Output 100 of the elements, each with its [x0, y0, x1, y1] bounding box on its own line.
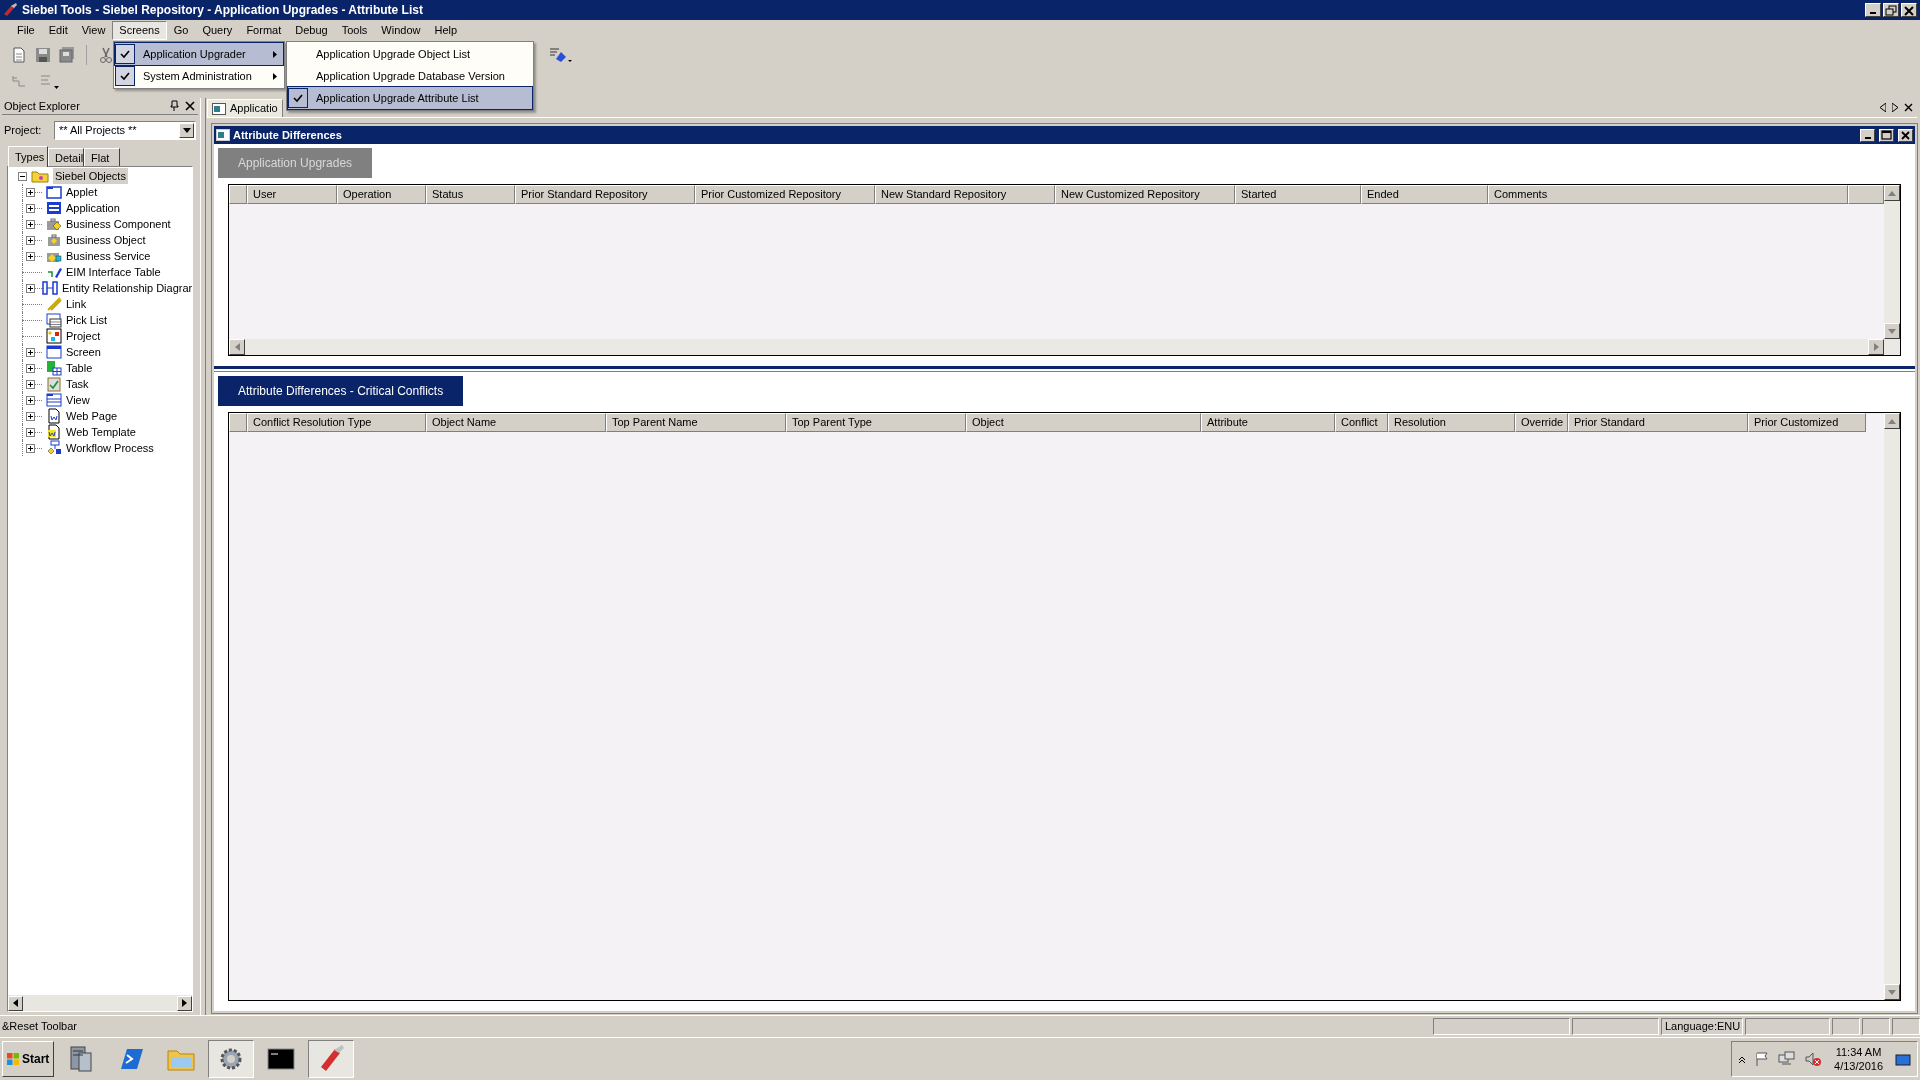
menu-item[interactable]: System Administration [115, 65, 283, 87]
tree-item[interactable]: Workflow Process [66, 439, 154, 457]
document-tab[interactable]: Applicatio [207, 99, 283, 117]
menu-item[interactable]: View [74, 21, 113, 40]
expand-tray-icon[interactable] [1738, 1055, 1747, 1063]
menu-item[interactable]: Application Upgrade Object List [288, 43, 532, 65]
expand-icon[interactable] [26, 219, 35, 229]
tree-item[interactable]: Table [66, 359, 93, 377]
column-header[interactable]: Comments [1488, 185, 1848, 204]
tree-item[interactable]: Business Component [66, 215, 171, 233]
menu-item[interactable]: Screens [112, 21, 167, 40]
menu-item[interactable]: Debug [288, 21, 335, 40]
scroll-right-button[interactable] [177, 995, 192, 1011]
tab-right-icon[interactable] [1892, 103, 1898, 112]
expand-icon[interactable] [26, 187, 35, 197]
column-header[interactable]: Prior Customized [1748, 413, 1866, 432]
menu-item[interactable]: Go [166, 21, 196, 40]
column-header[interactable]: Ended [1361, 185, 1488, 204]
tree-item[interactable]: Screen [66, 343, 101, 361]
tab[interactable]: Detail [48, 148, 84, 166]
menu-item[interactable]: Window [374, 21, 428, 40]
column-header[interactable]: New Customized Repository [1055, 185, 1235, 204]
menu-item[interactable]: Application Upgrade Attribute List [288, 87, 532, 109]
menu-item[interactable]: Edit [41, 21, 75, 40]
column-header[interactable]: User [247, 185, 337, 204]
column-header[interactable]: Operation [337, 185, 426, 204]
column-header[interactable]: Prior Standard Repository [515, 185, 695, 204]
pin-icon[interactable] [168, 100, 180, 112]
column-header[interactable]: Top Parent Name [606, 413, 786, 432]
column-header[interactable]: Object [966, 413, 1201, 432]
tree-item[interactable]: Business Service [66, 247, 151, 265]
column-header[interactable]: Override [1515, 413, 1568, 432]
column-header[interactable]: Attribute [1201, 413, 1335, 432]
column-header[interactable]: Status [426, 185, 515, 204]
tree-item[interactable]: Applet [66, 183, 98, 201]
menu-item[interactable]: Format [239, 21, 289, 40]
minimize-button[interactable] [1860, 128, 1875, 142]
tab[interactable]: Flat [84, 148, 120, 166]
scroll-down-button[interactable] [1884, 323, 1900, 339]
flag-icon[interactable] [1754, 1051, 1771, 1067]
expand-icon[interactable] [26, 283, 35, 293]
show-desktop-icon[interactable] [1895, 1051, 1911, 1067]
expand-icon[interactable] [26, 235, 35, 245]
tab[interactable]: Types [8, 146, 48, 167]
expand-icon[interactable] [26, 251, 35, 261]
menu-item[interactable]: Application Upgrade Database Version [288, 65, 532, 87]
column-header[interactable]: Prior Standard [1568, 413, 1748, 432]
tree-item[interactable]: Business Object [66, 231, 146, 249]
minimize-button[interactable] [1865, 3, 1881, 17]
tree-item[interactable]: Application [66, 199, 120, 217]
tree-item[interactable]: Project [66, 327, 101, 345]
collapse-icon[interactable] [18, 171, 27, 181]
scroll-up-button[interactable] [1884, 413, 1900, 429]
speaker-muted-icon[interactable] [1804, 1051, 1823, 1067]
expand-icon[interactable] [26, 443, 35, 453]
tree-item[interactable]: View [66, 391, 90, 409]
project-dropdown[interactable]: ** All Projects ** [54, 120, 196, 140]
menu-item[interactable]: Query [195, 21, 240, 40]
column-header[interactable]: New Standard Repository [875, 185, 1055, 204]
menu-item[interactable]: Tools [334, 21, 375, 40]
start-button[interactable]: Start [2, 1041, 54, 1077]
maximize-button[interactable] [1879, 128, 1894, 142]
menu-item[interactable]: Application Upgrader [115, 43, 283, 65]
close-icon[interactable] [1904, 103, 1913, 112]
tree-item[interactable]: Web Template [66, 423, 136, 441]
menu-item[interactable]: File [10, 21, 42, 40]
tab-left-icon[interactable] [1880, 103, 1886, 112]
tree-item[interactable]: Entity Relationship Diagrar [62, 279, 192, 297]
expand-icon[interactable] [26, 411, 35, 421]
menu-item[interactable]: Help [427, 21, 465, 40]
row-selector-header[interactable] [229, 185, 247, 204]
scroll-up-button[interactable] [1884, 185, 1900, 201]
column-header[interactable]: Object Name [426, 413, 606, 432]
applet-tab[interactable]: Attribute Differences - Critical Conflicts [218, 376, 464, 406]
scroll-left-button[interactable] [8, 995, 23, 1011]
expand-icon[interactable] [26, 363, 35, 373]
column-header[interactable]: Started [1235, 185, 1361, 204]
scroll-down-button[interactable] [1884, 984, 1900, 1000]
expand-icon[interactable] [26, 203, 35, 213]
tree-item[interactable]: EIM Interface Table [66, 263, 161, 281]
close-icon[interactable] [184, 100, 196, 112]
close-button[interactable] [1898, 128, 1913, 142]
expand-icon[interactable] [26, 379, 35, 389]
network-icon[interactable] [1778, 1051, 1797, 1067]
tree-item[interactable]: Link [66, 295, 87, 313]
tree-item[interactable]: Web Page [66, 407, 118, 425]
tree-item[interactable]: Task [66, 375, 89, 393]
expand-icon[interactable] [26, 427, 35, 437]
column-header[interactable]: Conflict [1335, 413, 1388, 432]
scroll-right-button[interactable] [1868, 339, 1884, 355]
taskbar-button[interactable] [208, 1040, 254, 1078]
scroll-left-button[interactable] [229, 339, 245, 355]
expand-icon[interactable] [26, 347, 35, 357]
close-button[interactable] [1901, 3, 1917, 17]
column-header[interactable]: Prior Customized Repository [695, 185, 875, 204]
column-header[interactable]: Resolution [1388, 413, 1515, 432]
column-header[interactable]: Conflict Resolution Type [247, 413, 426, 432]
restore-button[interactable] [1883, 3, 1899, 17]
tree-item[interactable]: Pick List [66, 311, 107, 329]
column-header[interactable]: Top Parent Type [786, 413, 966, 432]
